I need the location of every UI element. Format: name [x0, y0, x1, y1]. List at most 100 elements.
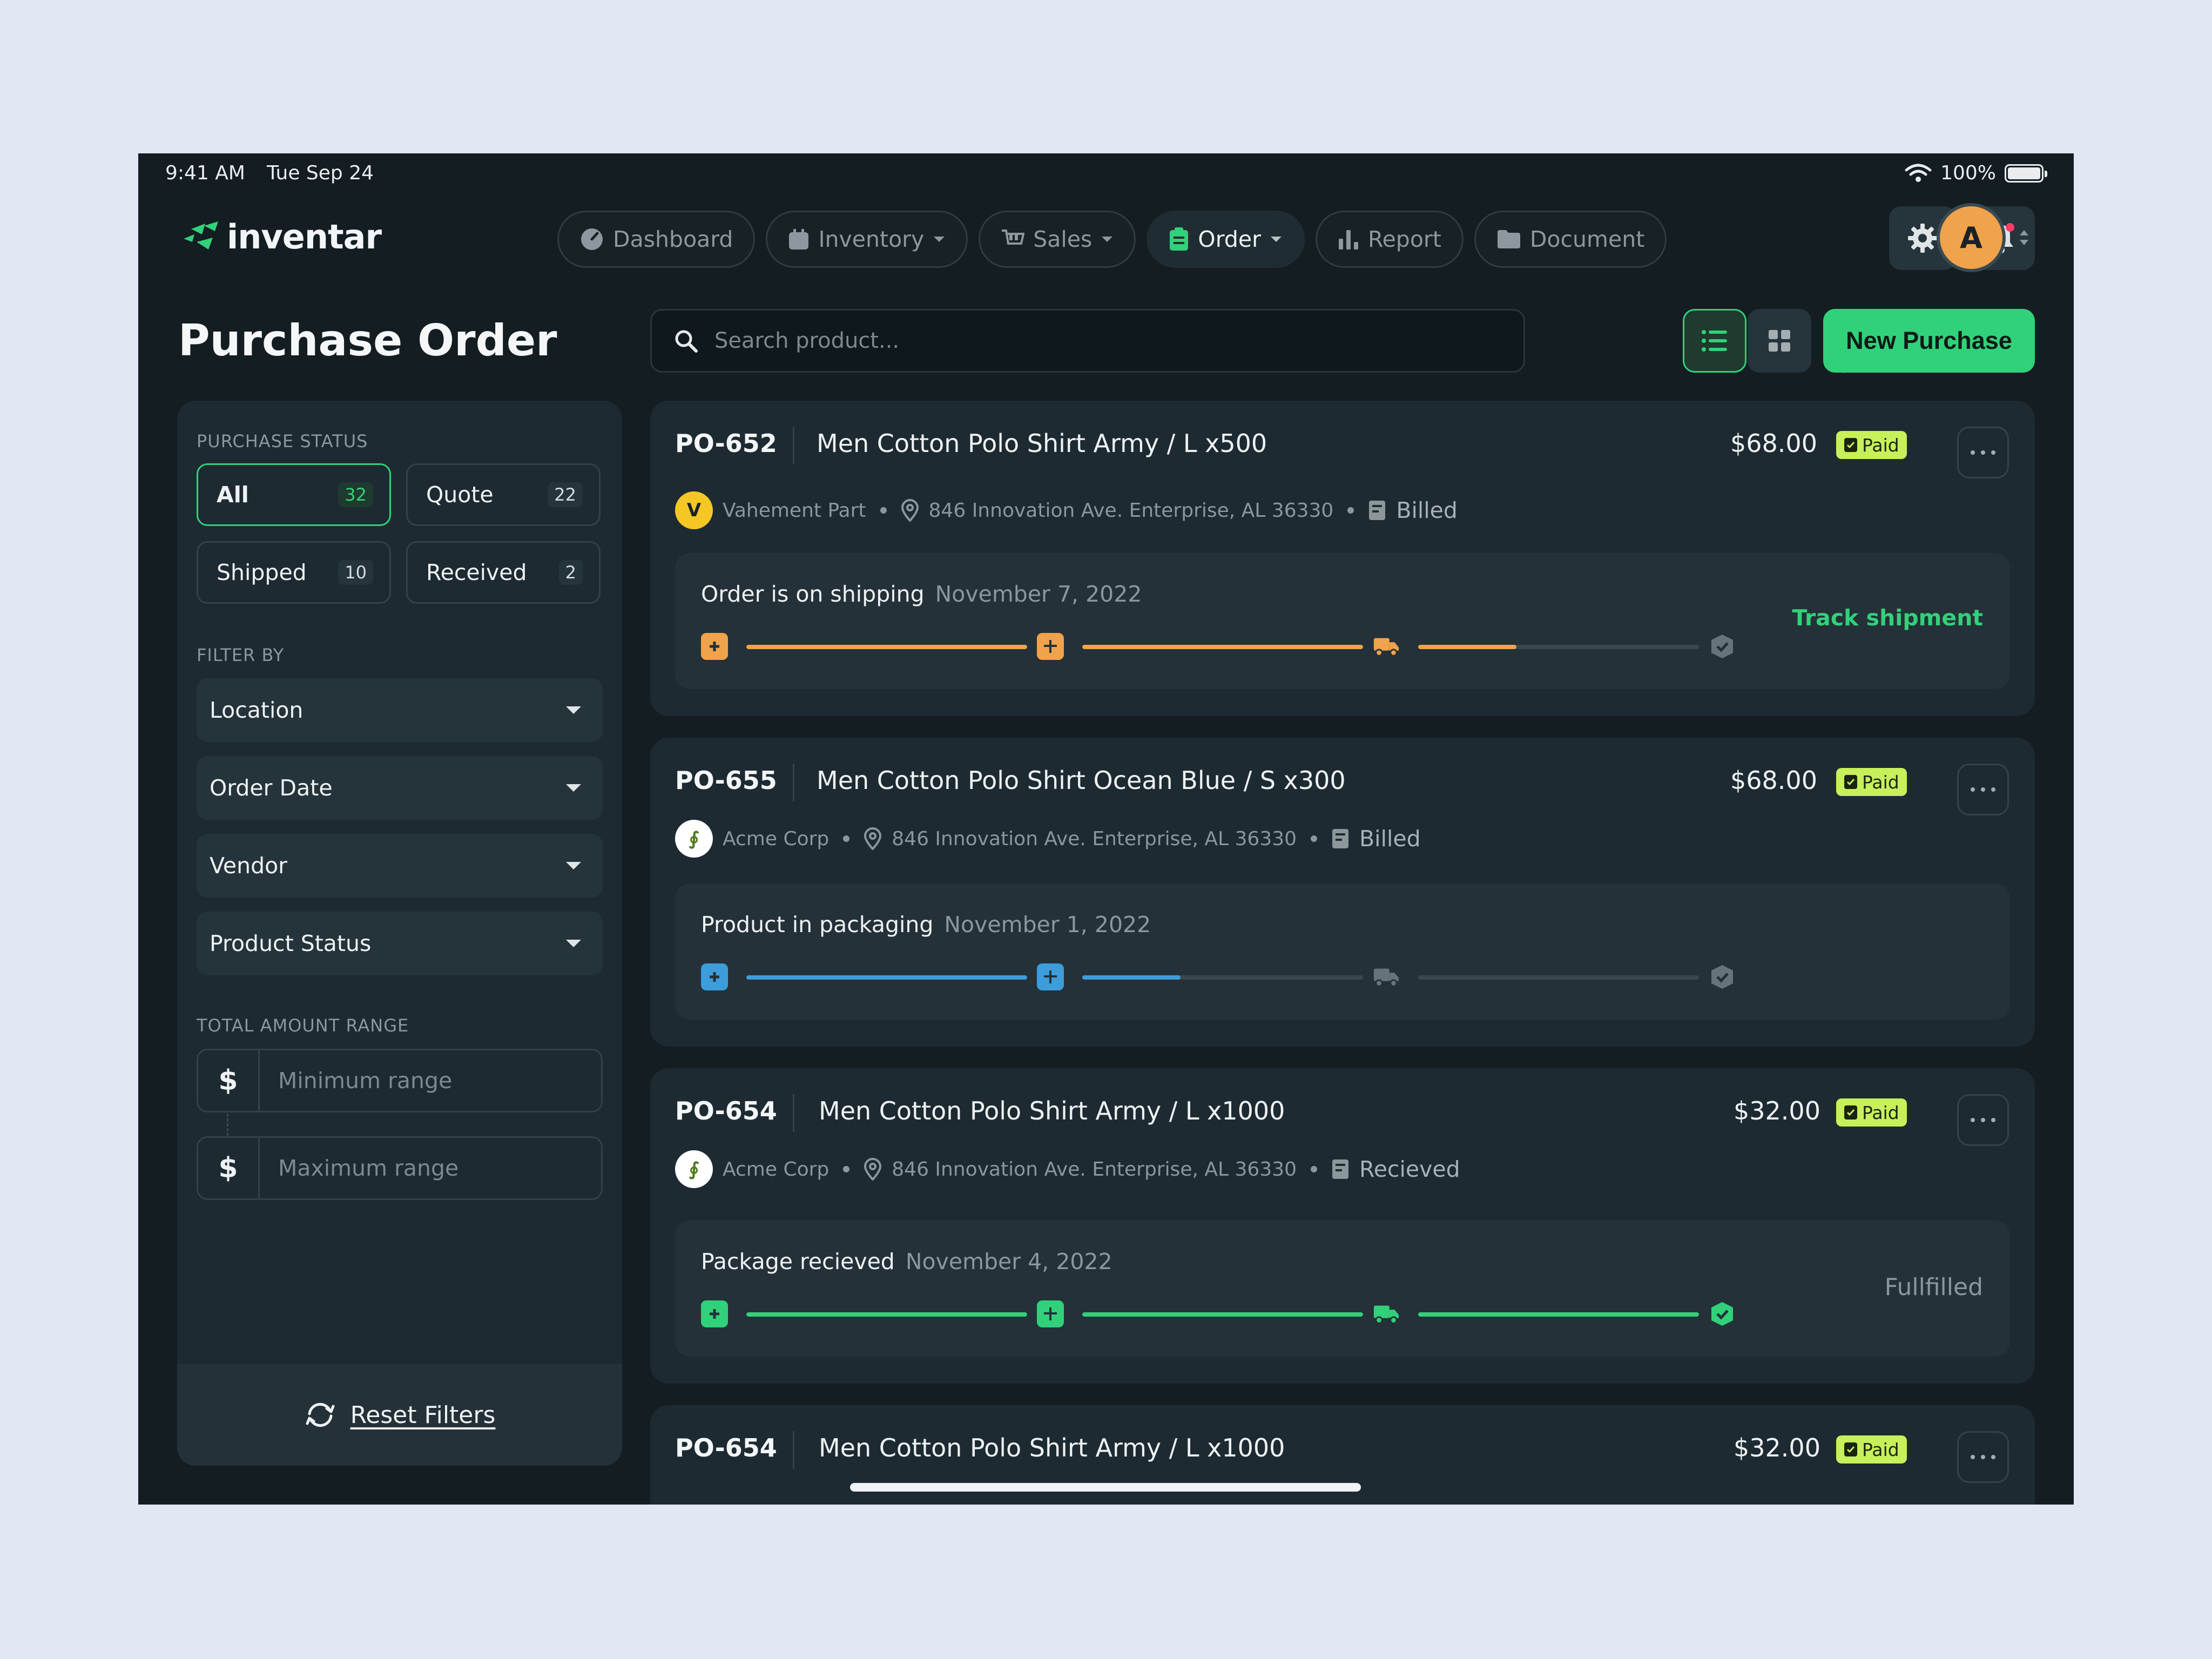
battery-icon: [2005, 164, 2047, 183]
chevron-down-icon: [1102, 237, 1113, 242]
nav-order[interactable]: Order: [1147, 211, 1305, 268]
vendor-logo: ∮: [675, 820, 713, 858]
order-more-button[interactable]: [1957, 1094, 2009, 1146]
progress-bar: [1418, 975, 1699, 980]
new-purchase-button[interactable]: New Purchase: [1823, 309, 2035, 373]
home-indicator[interactable]: [850, 1483, 1361, 1492]
order-id: PO-652: [675, 429, 777, 458]
order-more-button[interactable]: [1957, 764, 2009, 815]
maximum-range-field[interactable]: $: [197, 1136, 603, 1200]
order-price: $32.00: [1734, 1096, 1820, 1125]
payment-badge: Paid: [1836, 1435, 1907, 1464]
total-amount-range-label: TOTAL AMOUNT RANGE: [197, 1015, 409, 1036]
wifi-icon: [1905, 164, 1932, 182]
vendor-name: Acme Corp: [723, 1158, 830, 1181]
page-title: Purchase Order: [178, 315, 557, 366]
location-pin-icon: [864, 827, 882, 850]
minimum-range-field[interactable]: $: [197, 1049, 603, 1112]
minimum-range-input[interactable]: [260, 1068, 601, 1094]
order-card[interactable]: PO-655 Men Cotton Polo Shirt Ocean Blue …: [650, 738, 2035, 1047]
separator-dot: [843, 835, 850, 842]
location-dropdown[interactable]: Location: [197, 678, 603, 742]
grid-view-button[interactable]: [1748, 309, 1811, 373]
progress-fill: [746, 1312, 1027, 1317]
grid-icon: [1769, 330, 1790, 352]
order-more-button[interactable]: [1957, 427, 2009, 478]
brand-name: inventar: [227, 217, 382, 257]
vendor-dropdown[interactable]: Vendor: [197, 834, 603, 898]
order-product: Men Cotton Polo Shirt Army / L x1000: [819, 1096, 1285, 1125]
fulfilled-status: Fullfilled: [1884, 1273, 1983, 1301]
search-bar[interactable]: Search product...: [650, 309, 1525, 373]
dropdown-label: Order Date: [210, 775, 333, 801]
stage-shipping-icon: [1373, 1300, 1400, 1327]
ipad-screen: 9:41 AM Tue Sep 24 100% inventar Dashboa…: [138, 153, 2074, 1505]
progress-fill: [746, 645, 1027, 649]
maximum-range-input[interactable]: [260, 1155, 601, 1181]
caret-down-icon: [566, 940, 581, 947]
divider: [793, 1431, 794, 1469]
status-chip-shipped[interactable]: Shipped 10: [197, 541, 391, 604]
progress-bar: [1418, 1312, 1699, 1317]
user-avatar[interactable]: A: [1937, 203, 2006, 272]
invoice-icon: [1332, 1159, 1349, 1179]
stage-shipping-icon: [1373, 963, 1400, 990]
search-placeholder: Search product...: [714, 328, 900, 353]
caret-down-icon: [566, 784, 581, 792]
tracking-date: November 7, 2022: [935, 581, 1142, 607]
nav-dashboard[interactable]: Dashboard: [557, 211, 756, 268]
filter-by-label: FILTER BY: [197, 645, 285, 665]
payment-badge: Paid: [1836, 1098, 1907, 1127]
list-view-button[interactable]: [1683, 309, 1746, 373]
vendor-name: Acme Corp: [723, 827, 830, 850]
stage-delivered-icon: [1709, 1300, 1736, 1327]
inventar-logo-icon: [184, 221, 218, 249]
status-chip-quote[interactable]: Quote 22: [406, 463, 601, 526]
status-chip-label: Quote: [426, 482, 494, 508]
status-chip-label: All: [217, 482, 249, 508]
payment-status: Paid: [1862, 771, 1899, 793]
order-price: $32.00: [1734, 1433, 1820, 1462]
order-meta: ∮ Acme Corp 846 Innovation Ave. Enterpri…: [675, 1150, 1460, 1188]
receipt-icon: [1844, 775, 1857, 789]
nav-inventory[interactable]: Inventory: [766, 211, 968, 268]
nav-sales[interactable]: Sales: [979, 211, 1136, 268]
folder-icon: [1497, 230, 1520, 248]
nav-report-label: Report: [1367, 226, 1441, 252]
status-chip-received[interactable]: Received 2: [406, 541, 601, 604]
order-product: Men Cotton Polo Shirt Army / L x1000: [819, 1433, 1285, 1462]
separator-dot: [1347, 507, 1354, 514]
account-switch-icon[interactable]: [2018, 227, 2031, 248]
status-chip-all[interactable]: All 32: [197, 463, 391, 526]
tracking-title: Order is on shipping November 7, 2022: [701, 581, 1142, 607]
stage-ordered-icon: [701, 1300, 728, 1327]
reset-filters-link[interactable]: Reset Filters: [350, 1401, 496, 1429]
range-connector: [227, 1114, 228, 1136]
nav-dashboard-label: Dashboard: [613, 226, 733, 252]
stage-shipping-icon: [1373, 633, 1400, 660]
divider: [793, 764, 794, 801]
dropdown-label: Location: [210, 697, 304, 723]
order-card[interactable]: PO-652 Men Cotton Polo Shirt Army / L x5…: [650, 401, 2035, 716]
billing-state: Recieved: [1359, 1156, 1460, 1182]
separator-dot: [880, 507, 887, 514]
separator-dot: [843, 1166, 850, 1172]
vendor-address: 846 Innovation Ave. Enterprise, AL 36330: [892, 827, 1297, 850]
brand-logo[interactable]: inventar: [180, 217, 382, 257]
order-meta: V Vahement Part 846 Innovation Ave. Ente…: [675, 491, 1458, 529]
stage-packaging-icon: [1037, 1300, 1064, 1327]
track-shipment-link[interactable]: Track shipment: [1792, 605, 1983, 631]
progress-fill: [1082, 1312, 1363, 1317]
nav-document[interactable]: Document: [1474, 211, 1667, 268]
receipt-icon: [1844, 1105, 1857, 1120]
vendor-logo: V: [675, 491, 713, 529]
order-more-button[interactable]: [1957, 1431, 2009, 1483]
nav-report[interactable]: Report: [1315, 211, 1464, 268]
location-pin-icon: [864, 1158, 882, 1181]
product-status-dropdown[interactable]: Product Status: [197, 912, 603, 975]
order-card[interactable]: PO-654 Men Cotton Polo Shirt Army / L x1…: [650, 1068, 2035, 1384]
nav-sales-label: Sales: [1033, 226, 1092, 252]
progress-bar: [1082, 645, 1363, 649]
order-date-dropdown[interactable]: Order Date: [197, 756, 603, 820]
order-id: PO-654: [675, 1433, 777, 1462]
